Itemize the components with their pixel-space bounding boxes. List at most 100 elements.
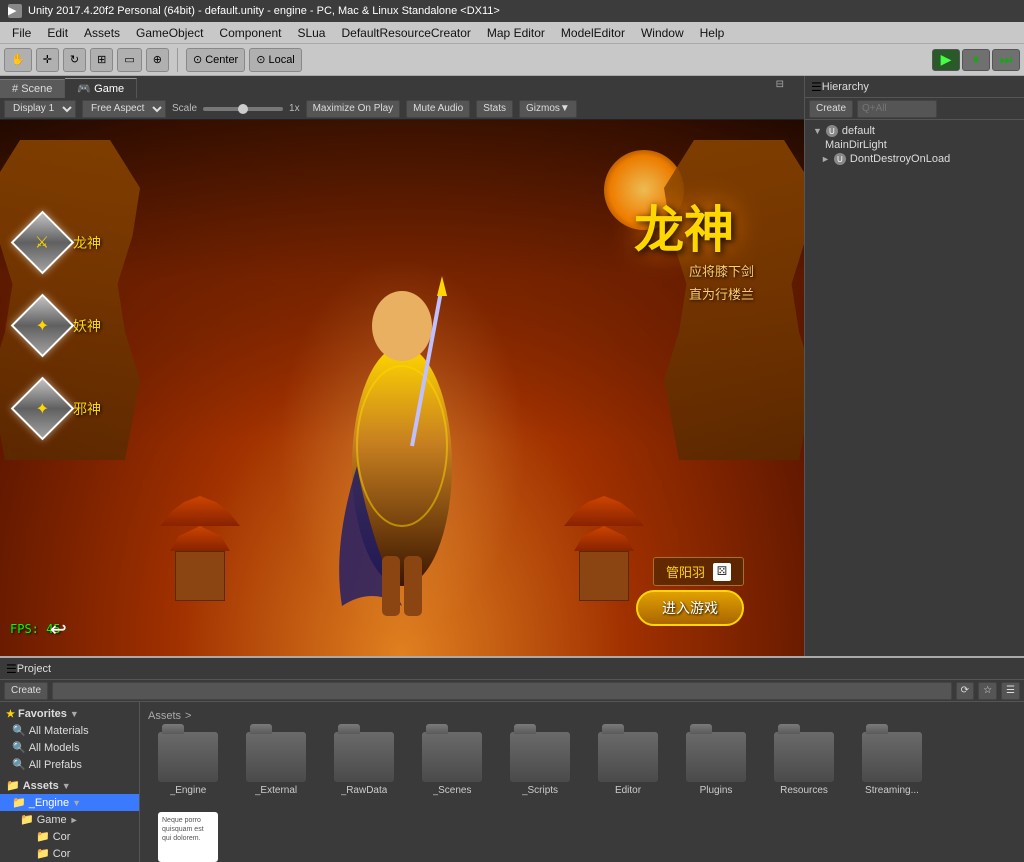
xieshen-label: 邪神 xyxy=(73,399,101,419)
menu-component[interactable]: Component xyxy=(211,24,289,42)
back-arrow-btn[interactable]: ↩ xyxy=(50,617,67,642)
breadcrumb: Assets > xyxy=(148,710,1016,722)
all-materials-label: All Materials xyxy=(29,725,89,737)
menu-slua[interactable]: SLua xyxy=(289,24,333,42)
sidebar-all-prefabs[interactable]: 🔍 All Prefabs xyxy=(0,756,139,773)
hierarchy-arrow-dontdestroy: ► xyxy=(821,154,830,164)
folder-icon-editor xyxy=(598,732,658,782)
project-icon-btn-3[interactable]: ☰ xyxy=(1001,682,1020,700)
mute-audio-btn[interactable]: Mute Audio xyxy=(406,100,470,118)
asset-plugins[interactable]: Plugins xyxy=(676,728,756,800)
sidebar-favorites-header[interactable]: ★ Favorites ▼ xyxy=(0,706,139,722)
search-icon-prefabs: 🔍 xyxy=(12,758,26,771)
asset-editor[interactable]: Editor xyxy=(588,728,668,800)
scale-tool-btn[interactable]: ⊞ xyxy=(90,48,113,72)
scale-slider[interactable] xyxy=(203,107,283,111)
rotate-tool-btn[interactable]: ↻ xyxy=(63,48,86,72)
search-icon-materials: 🔍 xyxy=(12,724,26,737)
menu-assets[interactable]: Assets xyxy=(76,24,128,42)
engine-arrow-icon: ▼ xyxy=(72,798,81,808)
breadcrumb-assets[interactable]: Assets xyxy=(148,710,181,722)
folder-icon-rawdata xyxy=(334,732,394,782)
sidebar-engine[interactable]: 📁 _Engine ▼ xyxy=(0,794,139,811)
asset-scenes[interactable]: _Scenes xyxy=(412,728,492,800)
tab-game[interactable]: 🎮 Game xyxy=(65,78,137,98)
separator-1 xyxy=(177,48,178,72)
sidebar-assets-header[interactable]: 📁 Assets ▼ xyxy=(0,777,139,794)
asset-scripts[interactable]: _Scripts xyxy=(500,728,580,800)
hierarchy-item-default[interactable]: ▼ U default xyxy=(805,124,1024,138)
folder-icon-streaming xyxy=(862,732,922,782)
menu-item-longshen[interactable]: ⚔ 龙神 xyxy=(20,220,101,265)
folder-icon-scenes xyxy=(422,732,482,782)
xieshen-diamond: ✦ xyxy=(11,377,75,441)
pavilion-right-roof xyxy=(564,496,644,526)
folder-icon-plugins xyxy=(686,732,746,782)
pavilion-left-body xyxy=(175,551,225,601)
sidebar-game[interactable]: 📁 Game ► xyxy=(0,811,139,828)
asset-external[interactable]: _External xyxy=(236,728,316,800)
menu-file[interactable]: File xyxy=(4,24,39,42)
pavilion-right-body xyxy=(579,551,629,601)
folder-icon-scripts xyxy=(510,732,570,782)
local-button[interactable]: ⊙ Local xyxy=(249,48,302,72)
folder-icon-game: 📁 xyxy=(20,813,34,826)
maximize-on-play-btn[interactable]: Maximize On Play xyxy=(306,100,401,118)
gizmos-btn[interactable]: Gizmos ▼ xyxy=(519,100,577,118)
player-name: 管阳羽 xyxy=(666,562,705,581)
tab-scene[interactable]: # Scene xyxy=(0,79,65,98)
project-icon-btn-1[interactable]: ⟳ xyxy=(956,682,974,700)
title-bar: ▶ Unity 2017.4.20f2 Personal (64bit) - d… xyxy=(0,0,1024,22)
project-icon-btn-2[interactable]: ☆ xyxy=(978,682,997,700)
pause-button[interactable]: ⏸ xyxy=(962,49,990,71)
project-search-input[interactable] xyxy=(52,682,952,700)
asset-streaming[interactable]: Streaming... xyxy=(852,728,932,800)
sidebar-all-materials[interactable]: 🔍 All Materials xyxy=(0,722,139,739)
play-button[interactable]: ▶ xyxy=(932,49,960,71)
engine-label: _Engine xyxy=(29,797,69,809)
hierarchy-search-input[interactable] xyxy=(857,100,937,118)
menu-help[interactable]: Help xyxy=(692,24,733,42)
move-tool-btn[interactable]: ✛ xyxy=(36,48,59,72)
display-select[interactable]: Display 1 xyxy=(4,100,76,118)
asset-editor-label: Editor xyxy=(615,785,641,796)
rect-tool-btn[interactable]: ▭ xyxy=(117,48,141,72)
game-folder-label: Game xyxy=(37,814,67,826)
center-button[interactable]: ⊙ Center xyxy=(186,48,245,72)
hierarchy-create-btn[interactable]: Create xyxy=(809,100,853,118)
step-button[interactable]: ⏭ xyxy=(992,49,1020,71)
asset-json[interactable]: Neque porro quisquam est qui dolorem. js… xyxy=(148,808,228,862)
aspect-select[interactable]: Free Aspect xyxy=(82,100,166,118)
favorites-arrow-icon: ▼ xyxy=(70,709,79,719)
hand-tool-btn[interactable]: ✋ xyxy=(4,48,32,72)
hierarchy-item-maindirlight[interactable]: MainDirLight xyxy=(805,138,1024,152)
menu-edit[interactable]: Edit xyxy=(39,24,76,42)
longshen-diamond: ⚔ xyxy=(11,211,75,275)
maximize-scene-btn[interactable]: ⊟ xyxy=(776,79,784,90)
enter-game-button[interactable]: 进入游戏 xyxy=(636,590,744,626)
pavilion-left-roof2 xyxy=(170,526,230,551)
stats-btn[interactable]: Stats xyxy=(476,100,513,118)
transform-tool-btn[interactable]: ⊕ xyxy=(146,48,169,72)
menu-modeleditor[interactable]: ModelEditor xyxy=(553,24,633,42)
menu-defaultresourcecreator[interactable]: DefaultResourceCreator xyxy=(333,24,478,42)
local-icon: ⊙ xyxy=(256,53,265,66)
sidebar-cor2[interactable]: 📁 Cor xyxy=(0,845,139,862)
hierarchy-icon: ☰ xyxy=(811,80,822,94)
menu-item-yaoshen[interactable]: ✦ 妖神 xyxy=(20,303,101,348)
project-create-btn[interactable]: Create xyxy=(4,682,48,700)
sidebar-all-models[interactable]: 🔍 All Models xyxy=(0,739,139,756)
sidebar-cor1[interactable]: 📁 Cor xyxy=(0,828,139,845)
asset-streaming-label: Streaming... xyxy=(865,785,919,796)
assets-grid: _Engine _External _RawData _Scenes xyxy=(148,728,1016,862)
menu-item-xieshen[interactable]: ✦ 邪神 xyxy=(20,386,101,431)
dice-icon[interactable]: ⚄ xyxy=(713,563,731,581)
asset-rawdata[interactable]: _RawData xyxy=(324,728,404,800)
game-icon: 🎮 xyxy=(77,83,94,95)
menu-window[interactable]: Window xyxy=(633,24,692,42)
menu-mapeditor[interactable]: Map Editor xyxy=(479,24,553,42)
hierarchy-item-dontdestroy[interactable]: ► U DontDestroyOnLoad xyxy=(805,152,1024,166)
asset-resources[interactable]: Resources xyxy=(764,728,844,800)
menu-gameobject[interactable]: GameObject xyxy=(128,24,211,42)
asset-engine[interactable]: _Engine xyxy=(148,728,228,800)
